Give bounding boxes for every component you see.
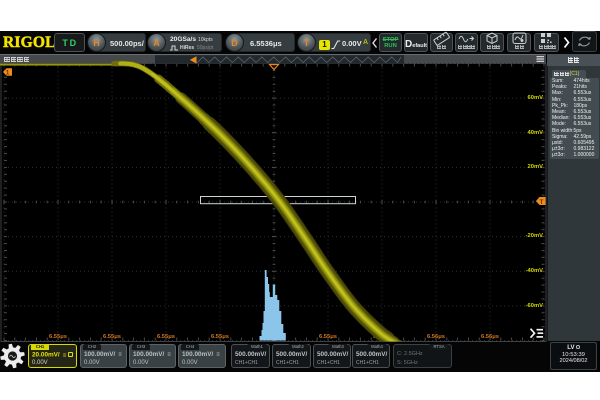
svg-text:1: 1	[6, 70, 10, 77]
svg-text:T: T	[540, 199, 544, 206]
